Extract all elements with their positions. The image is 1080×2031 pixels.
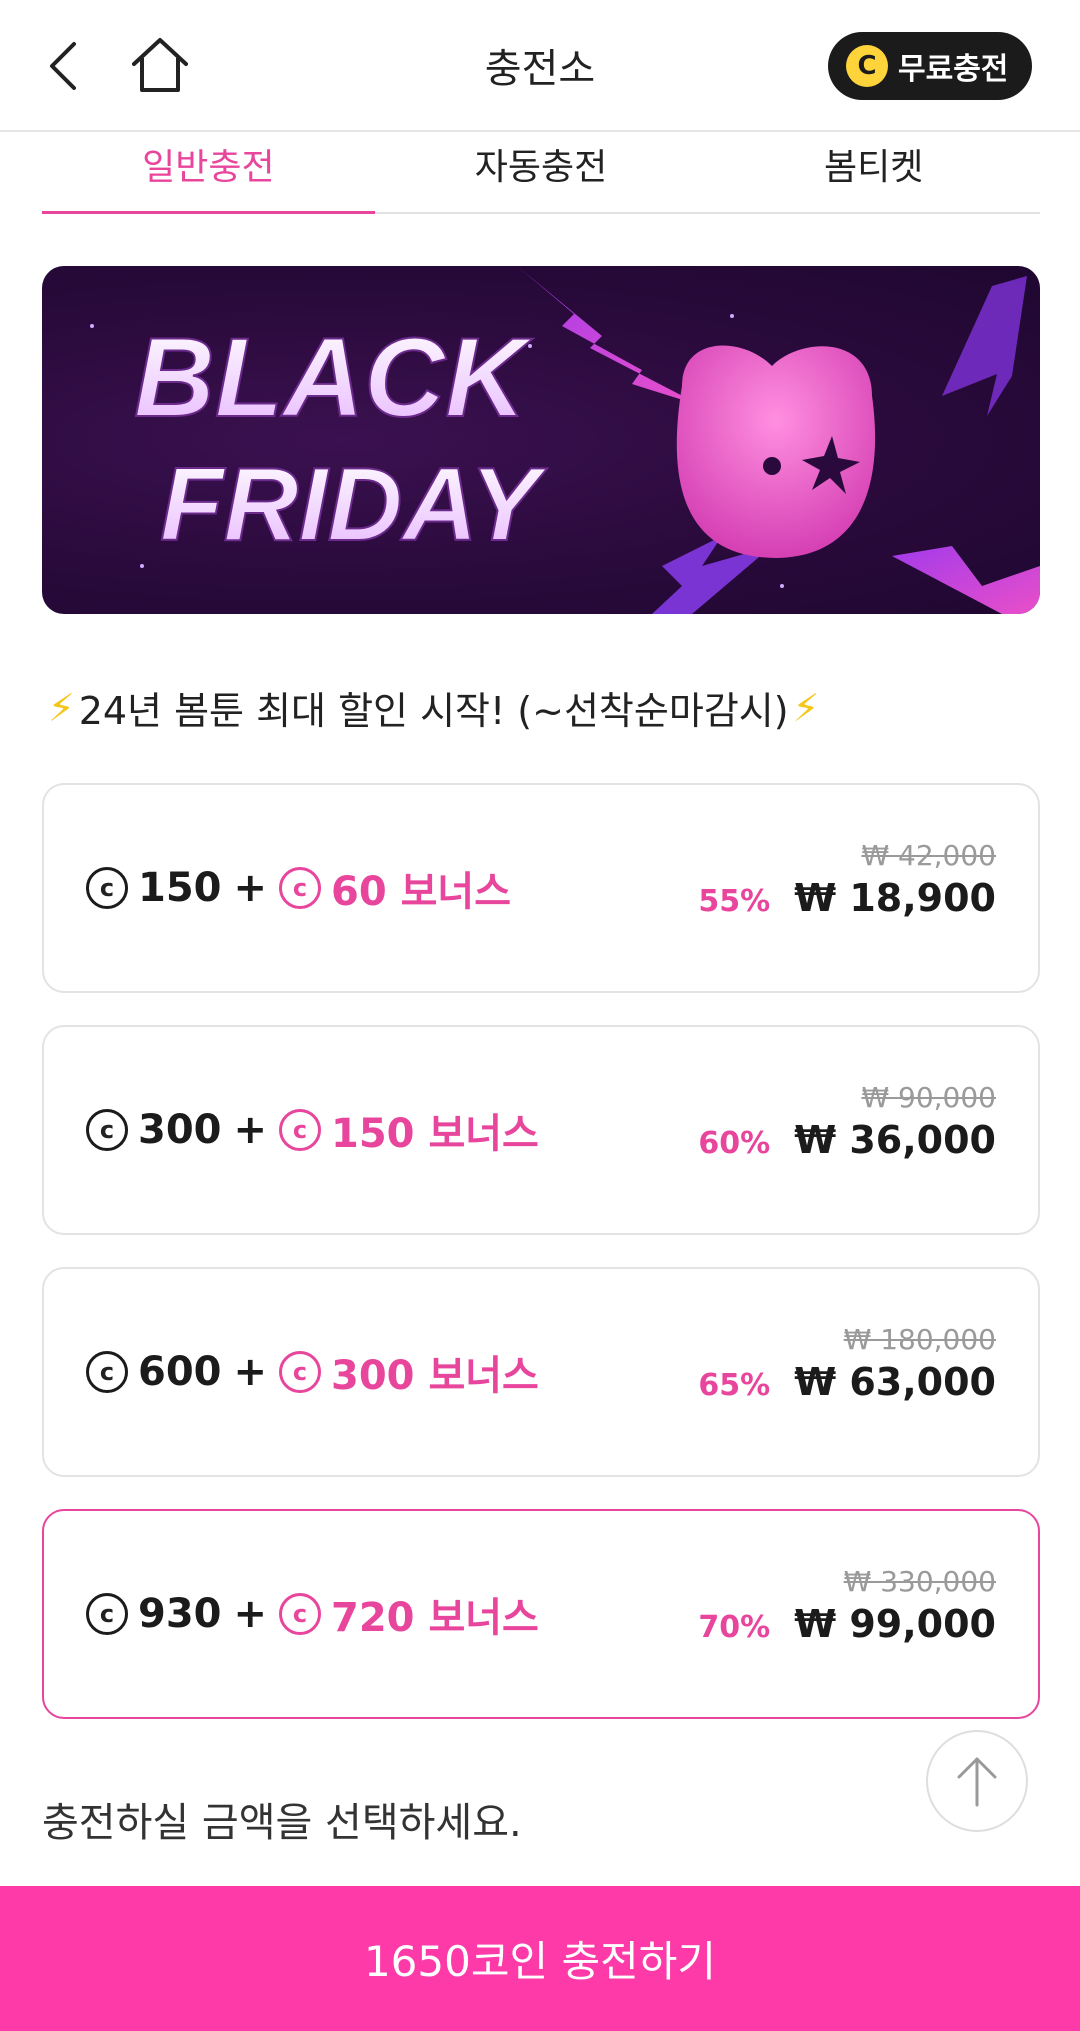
original-price: ₩ 90,000 [861, 1081, 996, 1114]
scroll-to-top-button[interactable] [926, 1730, 1028, 1832]
coin-icon: C [846, 45, 888, 87]
coin-icon: c [86, 1109, 128, 1151]
discount-percent: 60% [698, 1126, 771, 1161]
instruction-text: 충전하실 금액을 선택하세요. [42, 1800, 522, 1846]
arrow-up-icon [957, 1757, 997, 1807]
top-app-bar: 충전소 C 무료충전 [0, 0, 1080, 132]
promo-message: ⚡ 24년 봄툰 최대 할인 시작! (~선착순마감시) ⚡ [44, 680, 823, 735]
bonus-coin-icon: c [279, 1351, 322, 1393]
discount-percent: 65% [698, 1368, 771, 1403]
plus-sign: + [233, 865, 268, 911]
tab-bom-ticket[interactable]: 봄티켓 [707, 132, 1040, 212]
package-option-930[interactable]: c 930 + c 720 보너스 ₩ 330,000 70% ₩ 99,000 [42, 1509, 1040, 1719]
base-coin-amount: 600 [138, 1349, 222, 1395]
mascot-illustration [676, 345, 876, 558]
sale-price: ₩ 18,900 [794, 876, 996, 920]
coin-icon: c [86, 1593, 128, 1635]
bonus-coin-amount: 300 보너스 [331, 1353, 539, 1399]
original-price: ₩ 330,000 [843, 1565, 996, 1598]
black-friday-banner[interactable]: BLACK FRIDAY [42, 266, 1040, 614]
bonus-coin-amount: 720 보너스 [331, 1595, 539, 1641]
plus-sign: + [233, 1349, 268, 1395]
original-price: ₩ 42,000 [861, 839, 996, 872]
package-option-300[interactable]: c 300 + c 150 보너스 ₩ 90,000 60% ₩ 36,000 [42, 1025, 1040, 1235]
banner-line2: FRIDAY [160, 447, 548, 563]
sale-price: ₩ 63,000 [794, 1360, 996, 1404]
tab-general-charge[interactable]: 일반충전 [42, 132, 375, 214]
free-charge-label: 무료충전 [898, 52, 1009, 87]
lightning-icon: ⚡ [792, 685, 820, 730]
lightning-icon [517, 266, 702, 406]
bonus-coin-amount: 60 보너스 [331, 869, 512, 915]
tab-auto-charge[interactable]: 자동충전 [375, 132, 708, 212]
charge-type-tabs: 일반충전 자동충전 봄티켓 [42, 132, 1040, 214]
bonus-coin-icon: c [279, 867, 322, 909]
discount-percent: 70% [698, 1610, 771, 1645]
sale-price: ₩ 36,000 [794, 1118, 996, 1162]
bonus-coin-icon: c [279, 1109, 322, 1151]
coin-icon: c [86, 1351, 128, 1393]
plus-sign: + [233, 1591, 268, 1637]
bonus-coin-icon: c [279, 1593, 322, 1635]
charge-coins-button[interactable]: 1650코인 충전하기 [0, 1886, 1080, 2031]
bonus-coin-amount: 150 보너스 [331, 1111, 539, 1157]
package-option-600[interactable]: c 600 + c 300 보너스 ₩ 180,000 65% ₩ 63,000 [42, 1267, 1040, 1477]
promo-text: 24년 봄툰 최대 할인 시작! (~선착순마감시) [78, 689, 789, 733]
plus-sign: + [233, 1107, 268, 1153]
discount-percent: 55% [698, 884, 771, 919]
banner-line1: BLACK [134, 315, 533, 440]
coin-icon: c [86, 867, 128, 909]
package-option-150[interactable]: c 150 + c 60 보너스 ₩ 42,000 55% ₩ 18,900 [42, 783, 1040, 993]
base-coin-amount: 300 [138, 1107, 222, 1153]
free-charge-button[interactable]: C 무료충전 [828, 32, 1032, 100]
base-coin-amount: 150 [138, 865, 222, 911]
lightning-icon: ⚡ [48, 685, 75, 730]
base-coin-amount: 930 [138, 1591, 222, 1637]
sale-price: ₩ 99,000 [794, 1602, 996, 1646]
original-price: ₩ 180,000 [843, 1323, 996, 1356]
